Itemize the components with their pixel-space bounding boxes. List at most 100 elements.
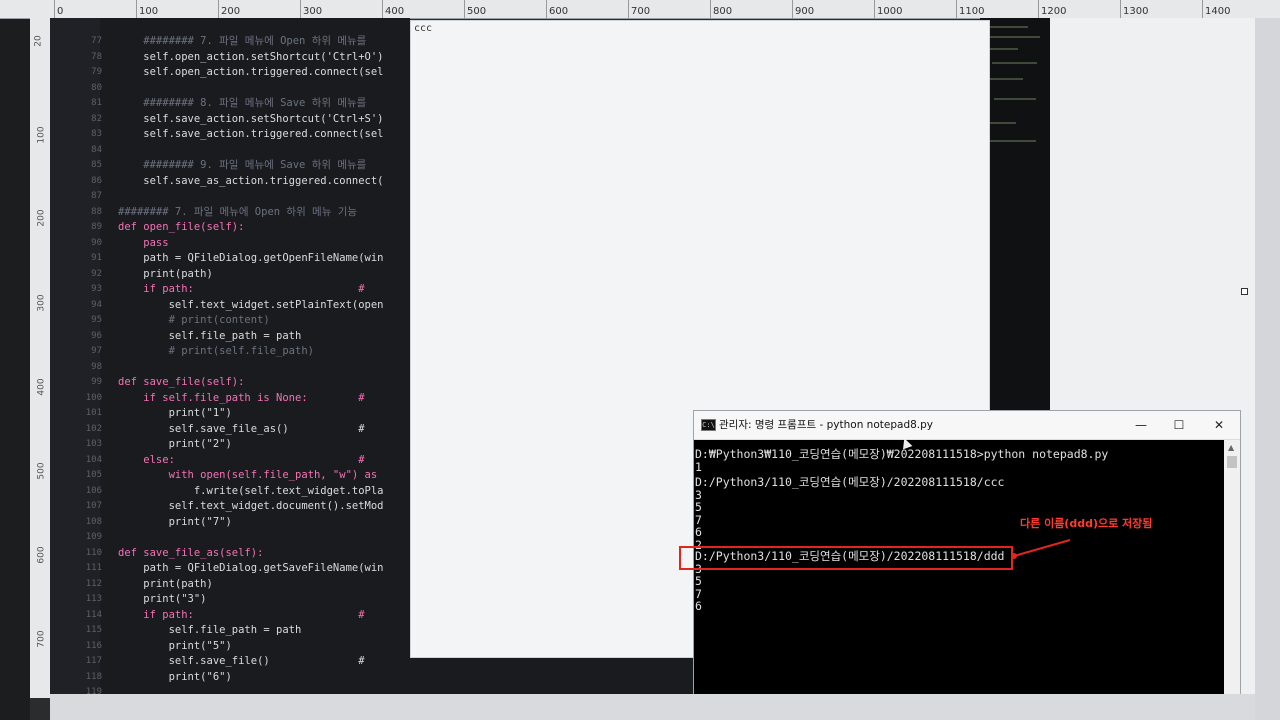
code-line[interactable]: 94 self.text_widget.setPlainText(open [50, 298, 410, 313]
code-line[interactable]: 102 self.save_file_as() # [50, 422, 410, 437]
code-text: print(path) [118, 577, 213, 590]
notepad-text-area[interactable]: ccc [414, 23, 432, 34]
code-line[interactable]: 107 self.text_widget.document().setMod [50, 499, 410, 514]
line-number: 119 [85, 687, 102, 694]
ruler-tick-line [1120, 0, 1121, 18]
code-text: ######## 9. 파일 메뉴에 Save 하위 메뉴를 [118, 159, 367, 171]
code-line[interactable]: 115 self.file_path = path [50, 623, 410, 638]
code-line[interactable]: 106 f.write(self.text_widget.toPla [50, 484, 410, 499]
code-line[interactable]: 87 [50, 189, 410, 204]
code-line[interactable]: 83 self.save_action.triggered.connect(se… [50, 127, 410, 142]
code-line[interactable]: 81 ######## 8. 파일 메뉴에 Save 하위 메뉴를 [50, 96, 410, 111]
code-text: self.save_action.setShortcut('Ctrl+S') [118, 112, 384, 125]
code-text: print(path) [118, 267, 213, 280]
code-line[interactable]: 91 path = QFileDialog.getOpenFileName(wi… [50, 251, 410, 266]
code-line[interactable]: 78 self.open_action.setShortcut('Ctrl+O'… [50, 50, 410, 65]
line-number: 113 [85, 594, 102, 604]
code-line[interactable]: 116 print("5") [50, 639, 410, 654]
line-number: 81 [91, 98, 102, 108]
line-number: 95 [91, 315, 102, 325]
code-line[interactable]: 112 print(path) [50, 577, 410, 592]
code-line[interactable]: 93 if path: # [50, 282, 410, 297]
code-text: if path: # [118, 283, 365, 295]
code-line[interactable]: 103 print("2") [50, 437, 410, 452]
code-line[interactable]: 117 self.save_file() # [50, 654, 410, 669]
code-line[interactable]: 97 # print(self.file_path) [50, 344, 410, 359]
vruler-tick: 200 [36, 209, 47, 227]
code-line[interactable]: 118 print("6") [50, 670, 410, 685]
code-text: path = QFileDialog.getOpenFileName(win [118, 252, 384, 264]
ruler-tick-line [218, 0, 219, 18]
scroll-up-icon[interactable]: ▲ [1228, 443, 1234, 452]
code-text: def save_file(self): [118, 376, 245, 388]
code-line[interactable]: 98 [50, 360, 410, 375]
resize-handle[interactable] [1241, 288, 1248, 295]
code-line[interactable]: 111 path = QFileDialog.getSaveFileName(w… [50, 561, 410, 576]
code-line[interactable]: 100 if self.file_path is None: # [50, 391, 410, 406]
code-line[interactable]: 92 print(path) [50, 267, 410, 282]
code-line[interactable]: 86 self.save_as_action.triggered.connect… [50, 174, 410, 189]
line-number: 82 [91, 113, 102, 124]
code-line[interactable]: 104 else: # [50, 453, 410, 468]
code-line[interactable]: 113 print("3") [50, 592, 410, 607]
code-text: self.save_file() # [118, 655, 365, 667]
vruler-tick: 400 [36, 378, 47, 396]
code-line[interactable]: 109 [50, 530, 410, 545]
ruler-tick-line [464, 0, 465, 18]
ruler-tick-label: 700 [631, 6, 651, 17]
line-number: 80 [91, 82, 102, 93]
cmd-title-text: 관리자: 명령 프롬프트 - python notepad8.py [719, 419, 934, 431]
close-button[interactable]: ✕ [1204, 415, 1234, 435]
cmd-output[interactable]: D:₩Python3₩110_코딩연습(메모장)₩202208111518>py… [694, 440, 1222, 705]
code-text: if path: # [118, 608, 365, 621]
line-number: 108 [85, 516, 102, 527]
line-number: 96 [91, 330, 102, 341]
code-text: self.save_file_as() # [118, 422, 365, 435]
code-text: pass [118, 236, 169, 249]
code-line[interactable]: 85 ######## 9. 파일 메뉴에 Save 하위 메뉴를 [50, 158, 410, 173]
line-number: 106 [85, 485, 102, 496]
ruler-tick-line [1202, 0, 1203, 18]
ruler-tick-label: 300 [303, 6, 323, 17]
line-number: 97 [91, 346, 102, 356]
code-line[interactable]: 77 ######## 7. 파일 메뉴에 Open 하위 메뉴를 [50, 34, 410, 49]
code-line[interactable]: 79 self.open_action.triggered.connect(se… [50, 65, 410, 80]
code-text: print("7") [118, 515, 232, 528]
ruler-tick-line [300, 0, 301, 18]
ruler-tick-line [710, 0, 711, 18]
cmd-title-bar[interactable]: C:\ 관리자: 명령 프롬프트 - python notepad8.py — … [694, 411, 1240, 440]
code-editor[interactable]: 77 ######## 7. 파일 메뉴에 Open 하위 메뉴를 78 self… [50, 18, 410, 694]
code-text: print("1") [118, 407, 232, 419]
code-line[interactable]: 101 print("1") [50, 406, 410, 421]
cmd-scrollbar[interactable]: ▲ ▼ [1224, 440, 1240, 706]
vruler-tick: 300 [36, 294, 47, 312]
maximize-button[interactable]: ☐ [1164, 415, 1194, 435]
code-line[interactable]: 90 pass [50, 236, 410, 251]
code-line[interactable]: 108 print("7") [50, 515, 410, 530]
code-line[interactable]: 80 [50, 81, 410, 96]
code-line[interactable]: 99 def save_file(self): [50, 375, 410, 390]
line-number: 87 [91, 191, 102, 201]
code-minimap[interactable] [980, 18, 1058, 410]
code-line[interactable]: 88 ######## 7. 파일 메뉴에 Open 하위 메뉴 기능 [50, 205, 410, 220]
line-number: 98 [91, 361, 102, 372]
line-number: 116 [85, 640, 102, 651]
line-number: 88 [91, 206, 102, 217]
code-line[interactable]: 96 self.file_path = path [50, 329, 410, 344]
terminal-icon: C:\ [701, 419, 716, 431]
code-line[interactable]: 95 # print(content) [50, 313, 410, 328]
ruler-tick-line [546, 0, 547, 18]
code-line[interactable]: 114 if path: # [50, 608, 410, 623]
ruler-tick-label: 500 [467, 6, 487, 17]
code-line[interactable]: 89 def open_file(self): [50, 220, 410, 235]
code-line[interactable]: 110 def save_file_as(self): [50, 546, 410, 561]
code-line[interactable]: 82 self.save_action.setShortcut('Ctrl+S'… [50, 112, 410, 127]
minimize-button[interactable]: — [1126, 415, 1156, 435]
ruler-tick-line [136, 0, 137, 18]
ruler-tick-label: 100 [139, 6, 159, 17]
code-line[interactable]: 119 [50, 685, 410, 694]
code-text: # print(content) [118, 314, 270, 326]
scroll-thumb[interactable] [1227, 456, 1237, 468]
code-line[interactable]: 105 with open(self.file_path, "w") as [50, 468, 410, 483]
code-line[interactable]: 84 [50, 143, 410, 158]
